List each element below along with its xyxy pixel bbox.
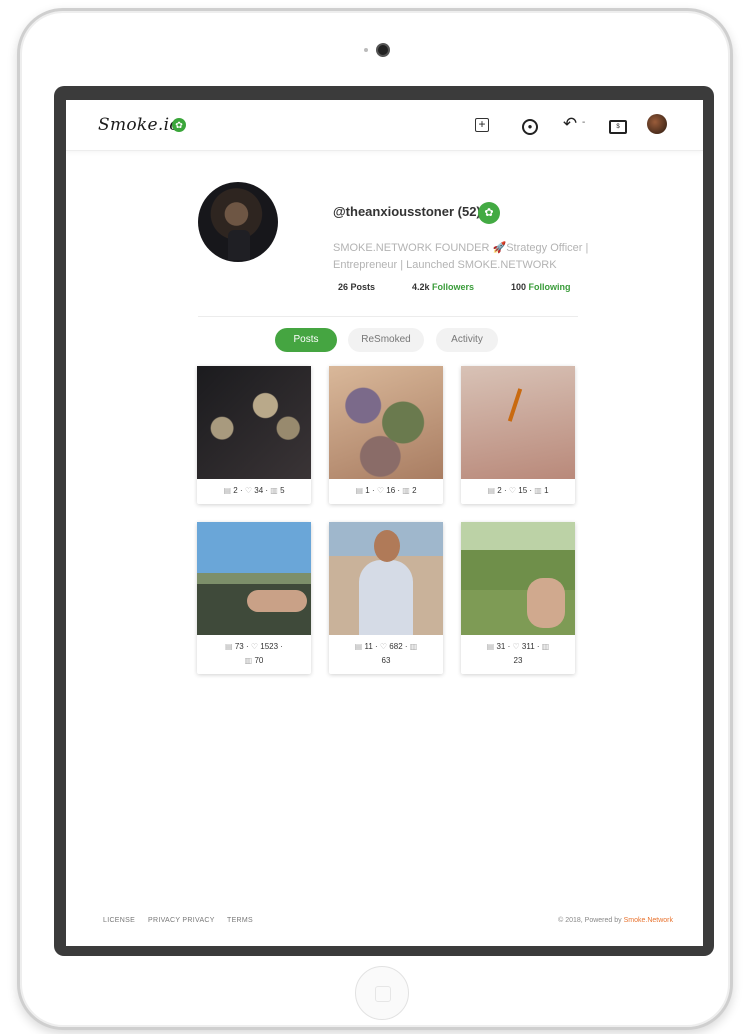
resmoke-icon[interactable]: ▥ xyxy=(270,486,278,495)
front-camera xyxy=(378,45,388,55)
profile-divider xyxy=(198,316,578,317)
comment-count: 31 xyxy=(496,642,506,651)
create-post-icon[interactable]: + xyxy=(475,118,489,132)
comment-icon: ▤ xyxy=(225,642,233,651)
heart-icon[interactable]: ♡ xyxy=(512,642,519,651)
profile-photo xyxy=(198,182,278,262)
comment-count: 2 xyxy=(497,486,502,495)
like-count: 682 xyxy=(389,642,403,651)
resmoke-icon[interactable]: ▥ xyxy=(402,486,410,495)
wallet-icon[interactable]: $ xyxy=(609,120,627,134)
resmoke-count: 70 xyxy=(254,656,264,665)
stat-posts[interactable]: 26 Posts xyxy=(338,282,375,292)
followers-label: Followers xyxy=(432,282,475,292)
reputation-badge-icon: ✿ xyxy=(478,202,500,224)
post-image[interactable] xyxy=(329,366,443,479)
like-count: 15 xyxy=(518,486,528,495)
post-stats: ▤ 73 · ♡ 1523 · ▥ 70 xyxy=(225,642,283,665)
like-count: 311 xyxy=(521,642,535,651)
like-count: 16 xyxy=(386,486,396,495)
resmoke-count: 23 xyxy=(513,656,523,665)
heart-icon[interactable]: ♡ xyxy=(251,642,258,651)
sensor-dot xyxy=(364,48,368,52)
like-count: 34 xyxy=(254,486,264,495)
leaf-icon: ✿ xyxy=(172,118,186,132)
post-card[interactable]: ▤ 2 · ♡ 34 · ▥ 5 xyxy=(197,366,311,504)
copyright-text: © 2018, Powered by xyxy=(558,917,622,924)
resmoke-icon[interactable]: ▥ xyxy=(410,642,418,651)
user-avatar[interactable] xyxy=(647,114,667,134)
footer-copyright: © 2018, Powered by Smoke.Network xyxy=(558,917,673,924)
footer-link-terms[interactable]: TERMS xyxy=(227,917,253,924)
post-stats: ▤ 2 · ♡ 15 · ▥ 1 xyxy=(487,486,549,495)
stat-followers[interactable]: 4.2k Followers xyxy=(412,282,474,292)
post-image[interactable] xyxy=(197,366,311,479)
profile-username: @theanxiousstoner (52) xyxy=(333,204,481,219)
post-card[interactable]: ▤ 31 · ♡ 311 · ▥ 23 xyxy=(461,522,575,674)
post-card[interactable]: ▤ 1 · ♡ 16 · ▥ 2 xyxy=(329,366,443,504)
post-stats: ▤ 1 · ♡ 16 · ▥ 2 xyxy=(355,486,417,495)
powered-by-link[interactable]: Smoke.Network xyxy=(624,917,673,924)
post-card[interactable]: ▤ 73 · ♡ 1523 · ▥ 70 xyxy=(197,522,311,674)
app-screen: Smoke.io ✿ + ● ↶ - $ @theanxiousstoner (… xyxy=(66,100,703,946)
footer-link-privacy[interactable]: PRIVACY PRIVACY xyxy=(148,917,215,924)
tab-resmoked[interactable]: ReSmoked xyxy=(348,328,424,352)
reply-caret[interactable]: - xyxy=(582,117,585,128)
resmoke-count: 1 xyxy=(544,486,549,495)
post-card[interactable]: ▤ 2 · ♡ 15 · ▥ 1 xyxy=(461,366,575,504)
comment-icon: ▤ xyxy=(223,486,232,495)
comment-count: 2 xyxy=(233,486,238,495)
posts-count: 26 xyxy=(338,282,349,292)
top-navigation-bar: Smoke.io ✿ + ● ↶ - $ xyxy=(66,100,703,151)
comment-icon: ▤ xyxy=(486,642,495,651)
resmoke-icon[interactable]: ▥ xyxy=(245,656,253,665)
heart-icon[interactable]: ♡ xyxy=(245,486,252,495)
stat-following[interactable]: 100 Following xyxy=(511,282,571,292)
heart-icon[interactable]: ♡ xyxy=(380,642,387,651)
post-image[interactable] xyxy=(197,522,311,635)
tab-posts[interactable]: Posts xyxy=(275,328,337,352)
heart-icon[interactable]: ♡ xyxy=(509,486,516,495)
post-image[interactable] xyxy=(329,522,443,635)
posts-label: Posts xyxy=(350,282,376,292)
like-count: 1523 xyxy=(260,642,279,651)
followers-count: 4.2k xyxy=(412,282,430,292)
post-image[interactable] xyxy=(461,366,575,479)
brand-logo[interactable]: Smoke.io xyxy=(98,115,180,135)
footer-link-license[interactable]: LICENSE xyxy=(103,917,135,924)
explore-icon[interactable]: ● xyxy=(522,119,538,135)
post-stats: ▤ 2 · ♡ 34 · ▥ 5 xyxy=(223,486,285,495)
resmoke-icon[interactable]: ▥ xyxy=(542,642,550,651)
post-card[interactable]: ▤ 11 · ♡ 682 · ▥ 63 xyxy=(329,522,443,674)
following-label: Following xyxy=(528,282,571,292)
home-button[interactable] xyxy=(355,966,409,1020)
comment-icon: ▤ xyxy=(487,486,496,495)
resmoke-count: 2 xyxy=(412,486,417,495)
post-stats: ▤ 31 · ♡ 311 · ▥ 23 xyxy=(486,642,550,665)
tab-activity[interactable]: Activity xyxy=(436,328,498,352)
following-count: 100 xyxy=(511,282,527,292)
post-stats: ▤ 11 · ♡ 682 · ▥ 63 xyxy=(354,642,418,665)
resmoke-count: 63 xyxy=(381,656,391,665)
profile-bio: SMOKE.NETWORK FOUNDER 🚀Strategy Officer … xyxy=(333,242,589,271)
comment-count: 11 xyxy=(364,642,373,651)
comment-icon: ▤ xyxy=(355,486,364,495)
heart-icon[interactable]: ♡ xyxy=(377,486,384,495)
comment-count: 1 xyxy=(365,486,370,495)
comment-count: 73 xyxy=(234,642,244,651)
resmoke-icon[interactable]: ▥ xyxy=(534,486,542,495)
post-image[interactable] xyxy=(461,522,575,635)
comment-icon: ▤ xyxy=(354,642,363,651)
reply-icon[interactable]: ↶ xyxy=(561,115,579,133)
resmoke-count: 5 xyxy=(280,486,285,495)
